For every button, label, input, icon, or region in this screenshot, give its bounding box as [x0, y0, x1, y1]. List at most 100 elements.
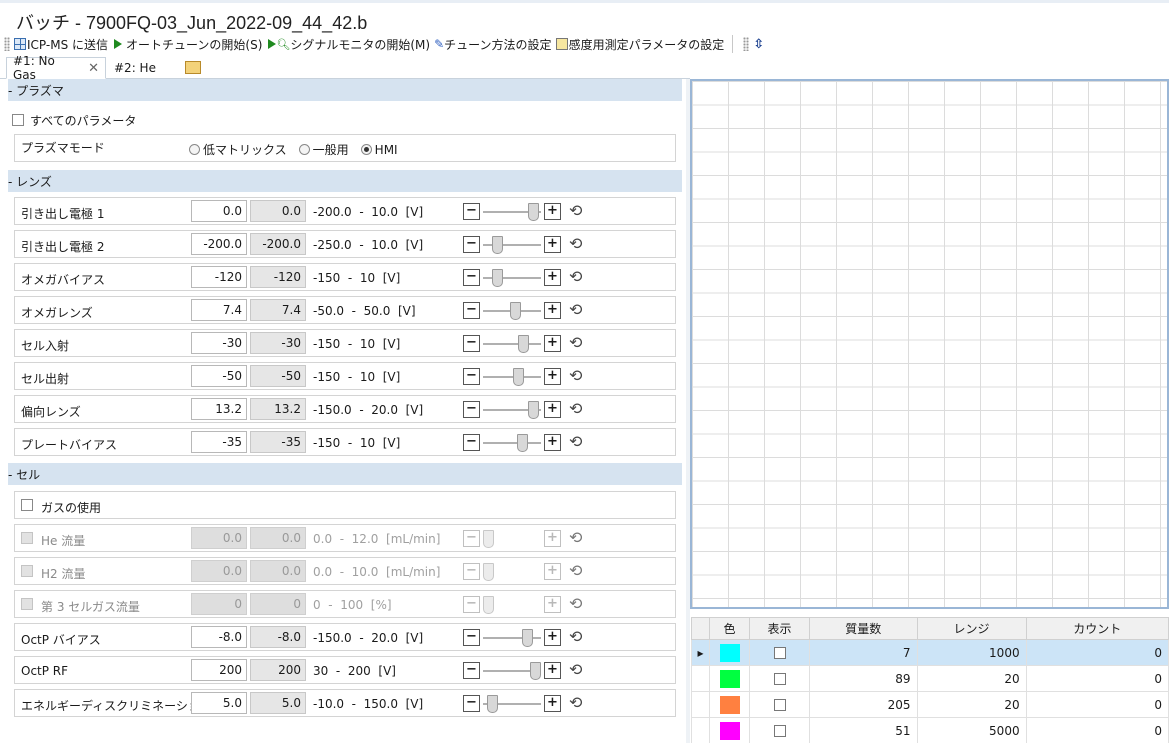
reset-icon[interactable]: ⟲ — [569, 267, 582, 286]
header-count[interactable]: カウント — [1025, 617, 1169, 640]
close-icon[interactable]: ✕ — [88, 61, 99, 76]
param-checkbox[interactable] — [21, 565, 33, 577]
radio-general[interactable]: 一般用 — [298, 141, 349, 158]
signal-monitor-button[interactable]: 🔍︎ シグナルモニタの開始(M) — [264, 34, 432, 54]
reset-icon[interactable]: ⟲ — [569, 528, 582, 547]
header-mass[interactable]: 質量数 — [809, 617, 918, 640]
use-gas-checkbox[interactable] — [21, 499, 33, 511]
setpoint-input[interactable]: 0.0 — [191, 200, 247, 222]
color-cell[interactable] — [709, 665, 750, 692]
decrement-button[interactable]: − — [463, 236, 480, 253]
range-cell[interactable]: 5000 — [916, 717, 1027, 743]
tab-no-gas[interactable]: #1: No Gas ✕ — [6, 54, 106, 82]
slider-thumb[interactable] — [492, 269, 503, 287]
increment-button[interactable]: + — [544, 401, 561, 418]
autotune-button[interactable]: オートチューンの開始(S) — [110, 34, 264, 54]
radio-low-matrix[interactable]: 低マトリックス — [189, 141, 287, 158]
show-checkbox[interactable] — [773, 699, 786, 711]
new-tab-folder-icon[interactable] — [185, 61, 201, 74]
slider-thumb[interactable] — [517, 434, 528, 452]
table-row[interactable]: 205 20 0 — [691, 691, 1169, 718]
toolbar-grip[interactable] — [743, 37, 750, 51]
range-cell[interactable]: 1000 — [916, 639, 1027, 666]
setpoint-input[interactable]: 13.2 — [191, 398, 247, 420]
decrement-button[interactable]: − — [463, 662, 480, 679]
table-row[interactable]: 51 5000 0 — [691, 717, 1169, 743]
setpoint-input[interactable]: -120 — [191, 266, 247, 288]
increment-button[interactable]: + — [544, 662, 561, 679]
slider-thumb[interactable] — [518, 335, 529, 353]
increment-button[interactable]: + — [544, 695, 561, 712]
reset-icon[interactable]: ⟲ — [569, 366, 582, 385]
param-checkbox[interactable] — [21, 532, 33, 544]
slider-thumb[interactable] — [522, 629, 533, 647]
slider-track[interactable] — [483, 343, 541, 345]
header-color[interactable]: 色 — [709, 617, 750, 640]
setpoint-input[interactable]: -8.0 — [191, 626, 247, 648]
header-show[interactable]: 表示 — [749, 617, 810, 640]
section-lens[interactable]: - レンズ — [8, 170, 682, 192]
reset-icon[interactable]: ⟲ — [569, 234, 582, 253]
setpoint-input[interactable]: -35 — [191, 431, 247, 453]
slider-thumb[interactable] — [487, 695, 498, 713]
setpoint-input[interactable]: 200 — [191, 659, 247, 681]
mass-cell[interactable]: 51 — [809, 717, 918, 743]
setpoint-input[interactable]: -30 — [191, 332, 247, 354]
table-row[interactable]: ▸ 7 1000 0 — [691, 639, 1169, 666]
increment-button[interactable]: + — [544, 335, 561, 352]
increment-button[interactable]: + — [544, 269, 561, 286]
increment-button[interactable]: + — [544, 368, 561, 385]
setpoint-input[interactable]: 7.4 — [191, 299, 247, 321]
setpoint-input[interactable]: -200.0 — [191, 233, 247, 255]
section-plasma[interactable]: - プラズマ — [8, 79, 682, 101]
reset-icon[interactable]: ⟲ — [569, 594, 582, 613]
mass-cell[interactable]: 89 — [809, 665, 918, 692]
increment-button[interactable]: + — [544, 302, 561, 319]
show-checkbox[interactable] — [773, 673, 786, 685]
param-checkbox[interactable] — [21, 598, 33, 610]
color-cell[interactable] — [709, 691, 750, 718]
slider-thumb[interactable] — [492, 236, 503, 254]
reset-icon[interactable]: ⟲ — [569, 300, 582, 319]
slider-track[interactable] — [483, 442, 541, 444]
signal-plot-area[interactable] — [690, 79, 1169, 609]
send-icp-button[interactable]: ICP-MS に送信 — [12, 34, 110, 54]
reset-icon[interactable]: ⟲ — [569, 627, 582, 646]
color-cell[interactable] — [709, 717, 750, 743]
slider-thumb[interactable] — [528, 401, 539, 419]
reset-icon[interactable]: ⟲ — [569, 333, 582, 352]
decrement-button[interactable]: − — [463, 203, 480, 220]
reset-icon[interactable]: ⟲ — [569, 432, 582, 451]
radio-hmi[interactable]: HMI — [360, 141, 398, 158]
decrement-button[interactable]: − — [463, 368, 480, 385]
slider-thumb[interactable] — [513, 368, 524, 386]
range-cell[interactable]: 20 — [916, 691, 1027, 718]
increment-button[interactable]: + — [544, 203, 561, 220]
sort-updown-button[interactable]: ⇳ — [751, 34, 766, 54]
tune-method-button[interactable]: ✎ チューン方法の設定 — [432, 34, 553, 54]
tab-he[interactable]: #2: He — [108, 57, 162, 79]
reset-icon[interactable]: ⟲ — [569, 201, 582, 220]
setpoint-input[interactable]: -50 — [191, 365, 247, 387]
table-row[interactable]: 89 20 0 — [691, 665, 1169, 692]
mass-cell[interactable]: 7 — [809, 639, 918, 666]
show-checkbox[interactable] — [773, 647, 786, 659]
toolbar-grip[interactable] — [4, 37, 10, 51]
decrement-button[interactable]: − — [463, 695, 480, 712]
color-cell[interactable] — [709, 639, 750, 666]
increment-button[interactable]: + — [544, 434, 561, 451]
decrement-button[interactable]: − — [463, 335, 480, 352]
setpoint-input[interactable]: 5.0 — [191, 692, 247, 714]
reset-icon[interactable]: ⟲ — [569, 660, 582, 679]
decrement-button[interactable]: − — [463, 629, 480, 646]
header-range[interactable]: レンジ — [916, 617, 1027, 640]
increment-button[interactable]: + — [544, 629, 561, 646]
decrement-button[interactable]: − — [463, 302, 480, 319]
slider-thumb[interactable] — [528, 203, 539, 221]
range-cell[interactable]: 20 — [916, 665, 1027, 692]
sensitivity-params-button[interactable]: 感度用測定パラメータの設定 — [554, 34, 727, 54]
all-params-checkbox[interactable] — [12, 114, 24, 126]
slider-thumb[interactable] — [530, 662, 541, 680]
decrement-button[interactable]: − — [463, 269, 480, 286]
increment-button[interactable]: + — [544, 236, 561, 253]
